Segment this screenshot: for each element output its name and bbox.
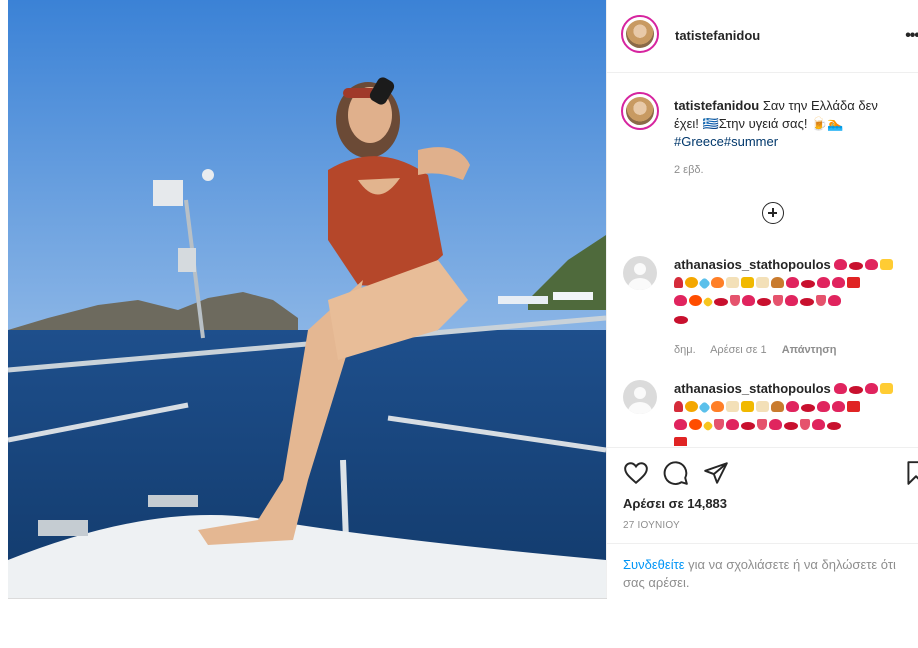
comment-username[interactable]: athanasios_stathopoulos [674, 381, 831, 396]
likes-count[interactable]: Αρέσει σε 14,883 [623, 496, 727, 511]
caption-avatar[interactable] [626, 97, 654, 125]
comment-text: athanasios_stathopoulos [674, 256, 914, 328]
login-text: Συνδεθείτε για να σχολιάσετε ή να δηλώσε… [623, 556, 918, 592]
post-frame: tatistefanidou ••• tatistefanidou Σαν τη… [8, 0, 918, 600]
photo-illustration [8, 0, 606, 598]
comment-username[interactable]: athanasios_stathopoulos [674, 257, 831, 272]
post-header: tatistefanidou ••• [607, 0, 918, 73]
bookmark-icon[interactable] [903, 460, 918, 486]
post-photo[interactable] [8, 0, 606, 598]
reply-button[interactable]: Απάντηση [782, 344, 837, 356]
hashtag-summer[interactable]: #summer [724, 134, 778, 149]
post-side-panel: tatistefanidou ••• tatistefanidou Σαν τη… [606, 0, 918, 600]
comment-likes[interactable]: Αρέσει σε 1 [710, 344, 767, 356]
more-options-icon[interactable]: ••• [905, 27, 918, 45]
hashtag-greece[interactable]: #Greece [674, 134, 724, 149]
comment-meta: δημ. Αρέσει σε 1 Απάντηση [674, 344, 849, 356]
heart-outline-icon[interactable] [623, 460, 649, 486]
commenter-avatar[interactable] [623, 256, 657, 290]
comment-time[interactable]: δημ. [674, 344, 696, 356]
comment-text: athanasios_stathopoulos [674, 380, 914, 446]
post-date[interactable]: 27 ΙΟΥΝΙΟΥ [623, 520, 680, 531]
author-username[interactable]: tatistefanidou [675, 28, 760, 43]
author-avatar[interactable] [626, 20, 654, 48]
post-caption: tatistefanidou Σαν την Ελλάδα δεν έχει! … [674, 97, 899, 151]
comment-bubble-icon[interactable] [663, 460, 689, 486]
post-actions: Αρέσει σε 14,883 27 ΙΟΥΝΙΟΥ Συνδεθείτε γ… [607, 447, 918, 600]
paper-plane-icon[interactable] [703, 460, 729, 486]
caption-time[interactable]: 2 εβδ. [674, 164, 704, 176]
login-link[interactable]: Συνδεθείτε [623, 557, 685, 572]
commenter-avatar[interactable] [623, 380, 657, 414]
plus-circle-icon[interactable] [762, 202, 784, 224]
caption-username[interactable]: tatistefanidou [674, 98, 759, 113]
login-prompt: Συνδεθείτε για να σχολιάσετε ή να δηλώσε… [607, 543, 918, 600]
